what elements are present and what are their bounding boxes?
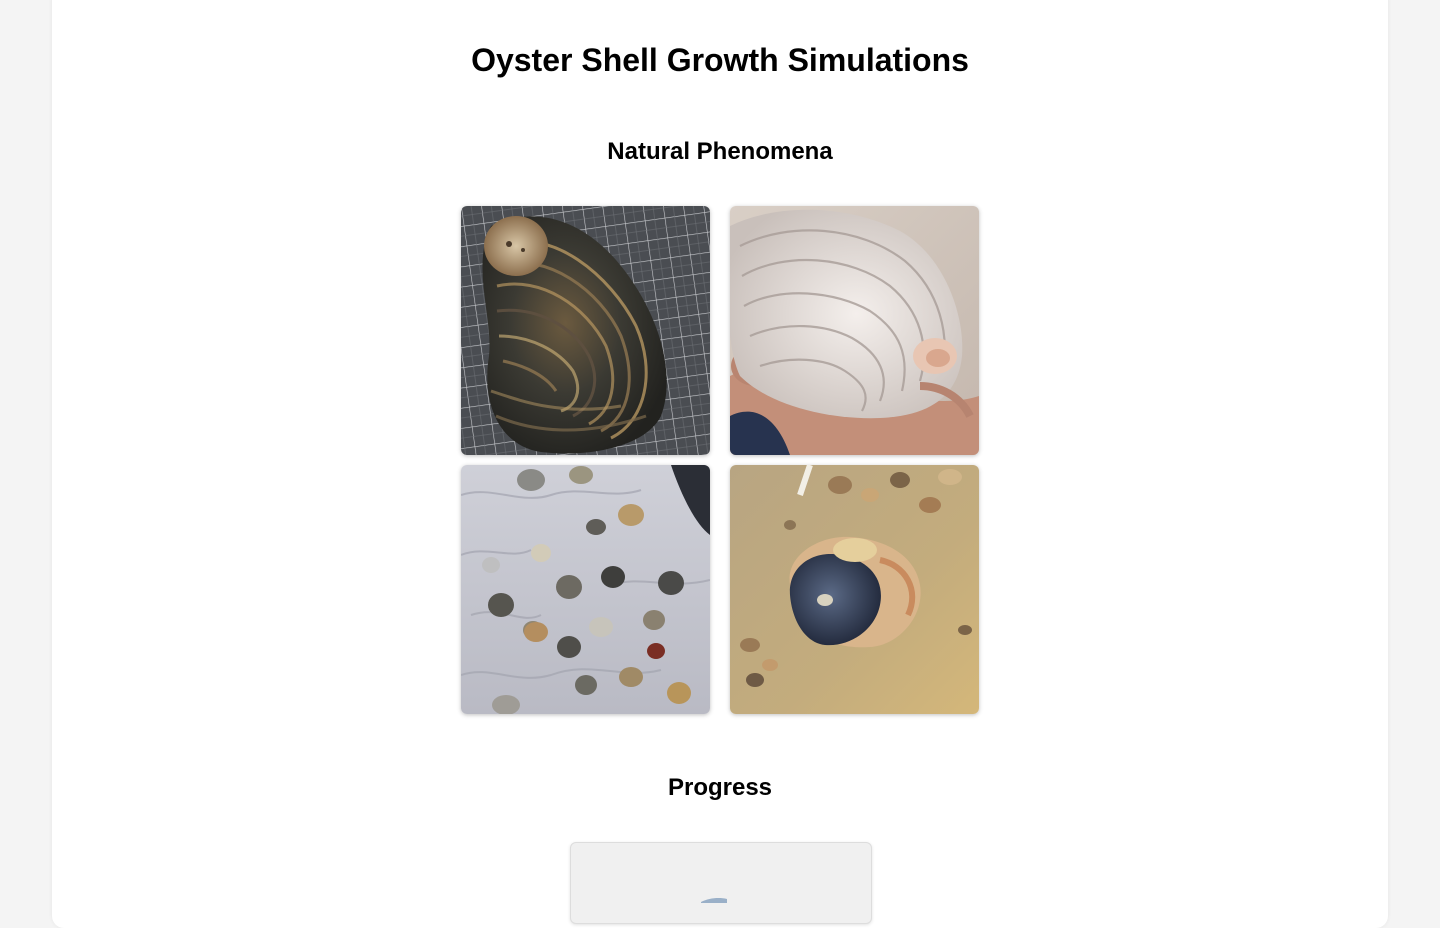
oyster-in-shallow-water-image [730, 465, 979, 714]
shells-in-sand-photo[interactable] [461, 465, 710, 714]
page-title: Oyster Shell Growth Simulations [471, 42, 969, 78]
natural-phenomena-gallery [461, 206, 979, 714]
progress-preview-card[interactable] [570, 842, 872, 924]
progress-preview-image [701, 898, 727, 903]
section-title-progress: Progress [667, 774, 773, 801]
section-title-natural-phenomena: Natural Phenomena [607, 138, 833, 165]
white-oyster-shell-in-hand-image [730, 206, 979, 455]
white-oyster-shell-in-hand-photo[interactable] [730, 206, 979, 455]
oyster-shell-on-cutting-mat-image [461, 206, 710, 455]
oyster-in-shallow-water-photo[interactable] [730, 465, 979, 714]
shells-in-sand-image [461, 465, 710, 714]
oyster-shell-on-cutting-mat-photo[interactable] [461, 206, 710, 455]
